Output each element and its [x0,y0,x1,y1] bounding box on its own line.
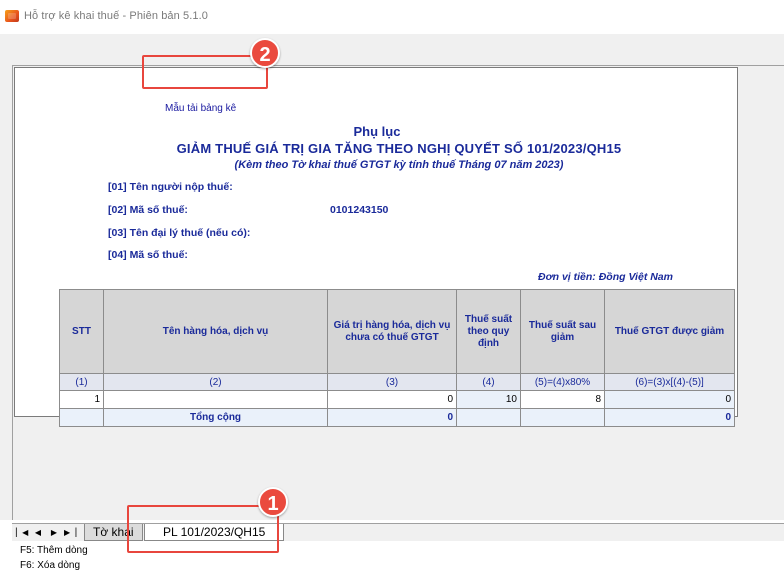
total-empty-cell [59,408,104,427]
appendix-sheet: Mẫu tải bảng kê Phụ lục GIẢM THUẾ GIÁ TR… [14,67,738,427]
reduced-vat-cell[interactable]: 0 [604,390,735,409]
goods-value-cell[interactable]: 0 [327,390,457,409]
next-page-icon[interactable]: ▶ [48,526,60,539]
col-header-tax-rate: Thuế suất theo quy định [456,289,521,374]
workspace: Mẫu tải bảng kê Phụ lục GIẢM THUẾ GIÁ TR… [0,34,784,520]
tax-rate-cell[interactable]: 10 [456,390,521,409]
index-cell: (4) [456,373,521,391]
step-badge-1: 1 [258,487,288,517]
total-reduced-vat-cell: 0 [604,408,735,427]
col-header-reduced-vat: Thuế GTGT được giảm [604,289,735,374]
col-header-goods-name: Tên hàng hóa, dịch vụ [103,289,328,374]
stt-cell[interactable]: 1 [59,390,104,409]
frame-border-left [12,65,13,520]
highlight-box-template-link [142,55,268,89]
agent-tax-code-label: [04] Mã số thuế: [108,249,188,261]
table-row: 1 0 10 8 0 [59,390,735,409]
index-cell: (1) [59,373,104,391]
last-page-icon[interactable]: ▶▕ [64,526,76,539]
index-cell: (2) [103,373,328,391]
total-row: Tổng cộng 0 0 [59,408,735,427]
frame-border-top [12,65,784,66]
index-cell: (3) [327,373,457,391]
appendix-title: Phụ lục [353,124,401,139]
appendix-note: (Kèm theo Tờ khai thuế GTGT kỳ tính thuế… [234,159,564,171]
total-value-cell: 0 [327,408,457,427]
hint-add-row: F5: Thêm dòng [20,545,88,556]
vat-reduction-table: STT Tên hàng hóa, dịch vụ Giá trị hàng h… [59,289,735,427]
tax-code-label: [02] Mã số thuế: [108,204,188,216]
tax-code-value: 0101243150 [330,204,389,216]
col-header-stt: STT [59,289,104,374]
step-badge-2: 2 [250,38,280,68]
highlight-box-pl-tab [127,505,279,553]
total-empty-cell [456,408,521,427]
appendix-subtitle: GIẢM THUẾ GIÁ TRỊ GIA TĂNG THEO NGHỊ QUY… [176,141,622,156]
template-download-link[interactable]: Mẫu tải bảng kê [165,103,236,114]
col-header-goods-value: Giá trị hàng hóa, dịch vụ chưa có thuế G… [327,289,457,374]
first-page-icon[interactable]: ▏◀ [16,526,28,539]
title-bar: Hỗ trợ kê khai thuế - Phiên bản 5.1.0 [0,0,784,34]
reduced-rate-cell[interactable]: 8 [520,390,605,409]
total-label: Tổng cộng [103,408,328,427]
index-cell: (5)=(4)x80% [520,373,605,391]
goods-name-cell[interactable] [103,390,328,409]
keyboard-hints: F5: Thêm dòng F6: Xóa dòng [20,543,88,573]
window-title: Hỗ trợ kê khai thuế - Phiên bản 5.1.0 [24,10,208,22]
col-header-reduced-rate: Thuế suất sau giảm [520,289,605,374]
app-logo-icon [5,10,19,22]
index-cell: (6)=(3)x[(4)-(5)] [604,373,735,391]
total-empty-cell [520,408,605,427]
hint-delete-row: F6: Xóa dòng [20,560,81,571]
agent-name-label: [03] Tên đại lý thuế (nếu có): [108,227,251,239]
taxpayer-name-label: [01] Tên người nộp thuế: [108,181,233,193]
column-index-row: (1) (2) (3) (4) (5)=(4)x80% (6)=(3)x[(4)… [59,373,735,391]
currency-note: Đơn vị tiền: Đồng Việt Nam [537,271,673,283]
prev-page-icon[interactable]: ◀ [32,526,44,539]
